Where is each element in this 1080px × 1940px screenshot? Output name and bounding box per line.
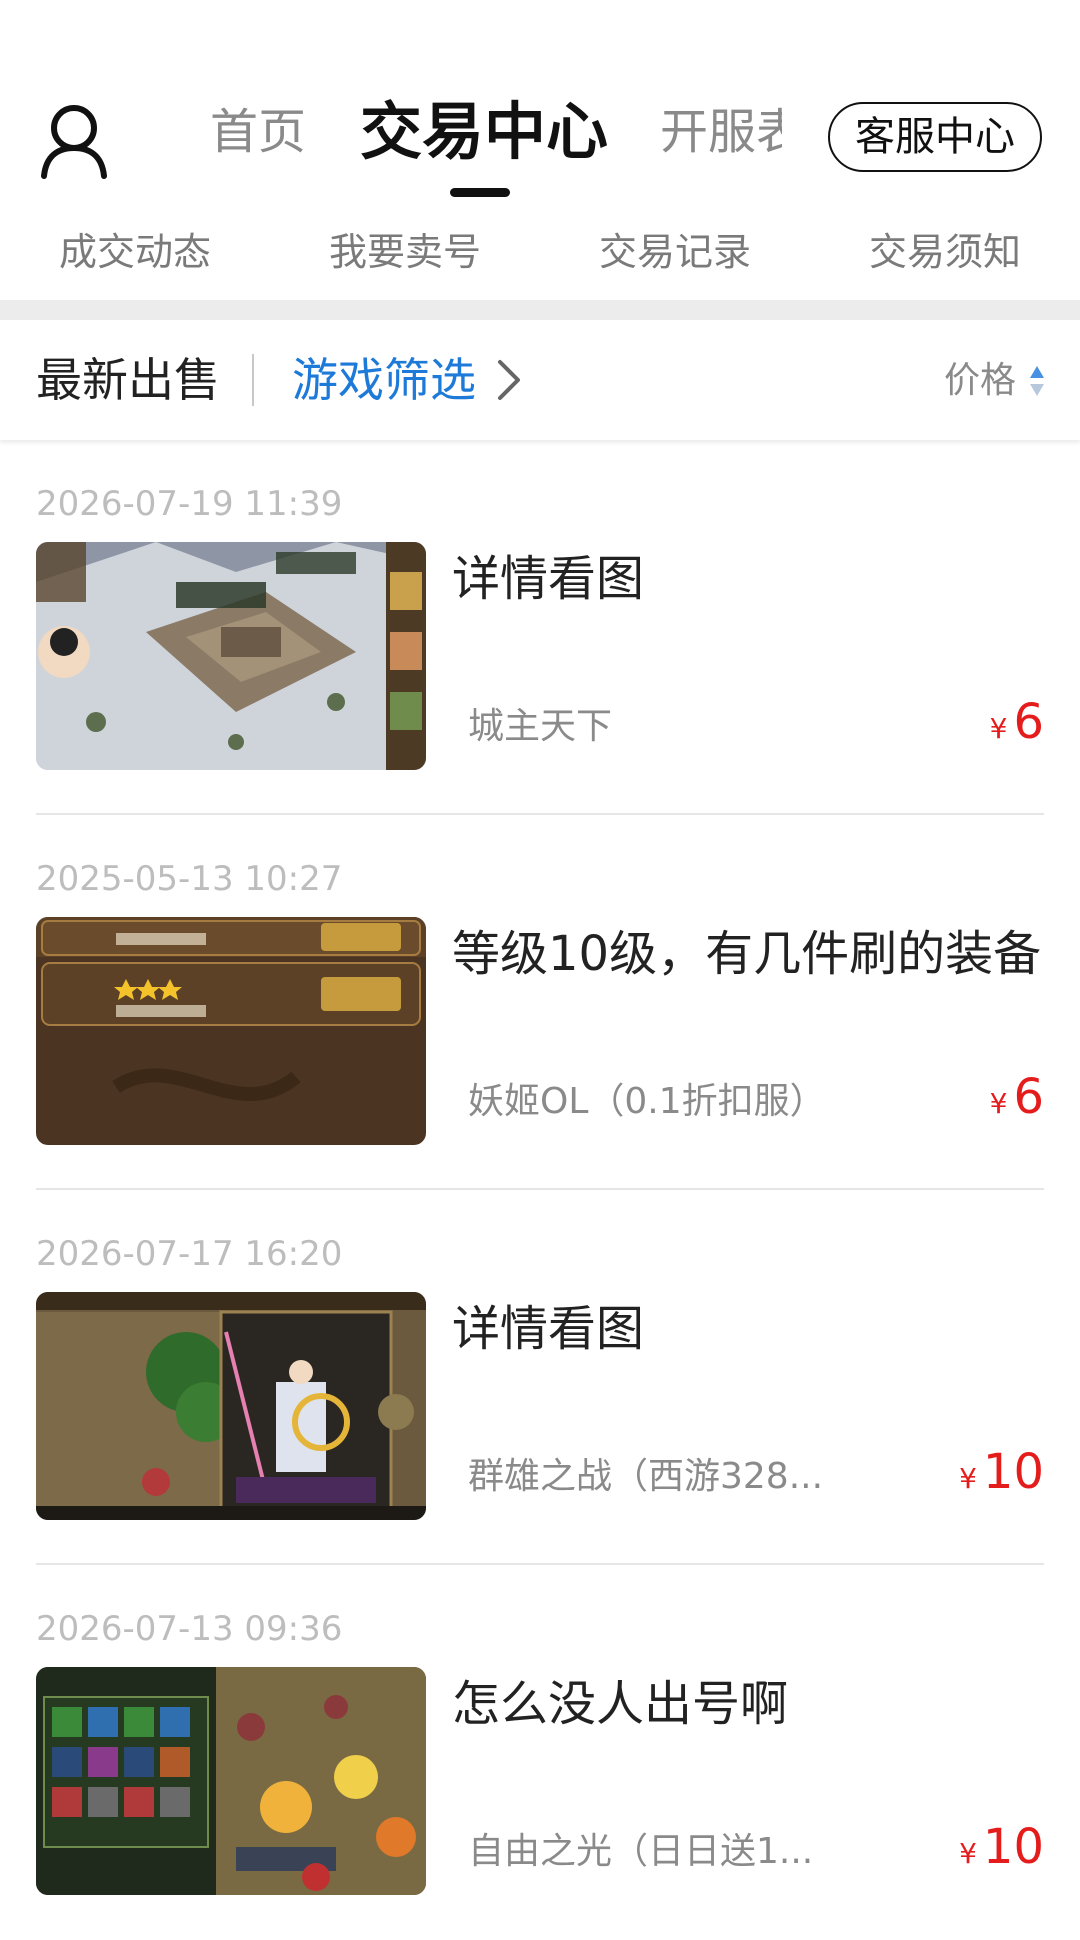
currency-symbol: ¥ [989, 1087, 1008, 1120]
filter-bar: 最新出售 游戏筛选 价格 [0, 320, 1080, 440]
top-nav: 首页 交易中心 开服表 客服中心 [0, 0, 1080, 200]
listing-title: 怎么没人出号啊 [452, 1676, 789, 1732]
price-amount: 10 [982, 1444, 1044, 1500]
listing-game-name: 城主天下 [468, 706, 613, 747]
game-screenshot-image [36, 1667, 426, 1895]
listing-game-name: 群雄之战（西游328... [468, 1456, 824, 1497]
listing-price: ¥6 [990, 1067, 1044, 1138]
listing-thumbnail[interactable] [36, 917, 426, 1145]
listing-title: 详情看图 [452, 1301, 645, 1357]
game-filter-button[interactable]: 游戏筛选 [292, 350, 476, 410]
currency-symbol: ¥ [959, 1462, 977, 1495]
price-amount: 10 [982, 1819, 1044, 1875]
active-tab-indicator [450, 188, 510, 197]
customer-service-button[interactable]: 客服中心 [828, 102, 1042, 172]
tab-trade-center[interactable]: 交易中心 [360, 94, 608, 170]
subnav-trade-notice[interactable]: 交易须知 [810, 222, 1080, 282]
price-sort-button[interactable]: 价格 [944, 356, 1016, 406]
listing-date: 2026-07-19 11:39 [36, 484, 343, 524]
listing-item[interactable]: 2025-05-13 10:27 等级10级，有几件刷的装备 妖姬OL（0.1折… [0, 815, 1080, 1190]
listing-date: 2026-07-17 16:20 [36, 1234, 343, 1274]
listing-date: 2025-05-13 10:27 [36, 859, 343, 899]
game-screenshot-image [36, 917, 426, 1145]
sub-nav: 成交动态 我要卖号 交易记录 交易须知 [0, 222, 1080, 282]
latest-sale-label[interactable]: 最新出售 [36, 350, 220, 410]
listing-thumbnail[interactable] [36, 1292, 426, 1520]
subnav-sell-account[interactable]: 我要卖号 [270, 222, 540, 282]
listing-price: ¥6 [990, 692, 1044, 763]
chevron-right-icon[interactable] [490, 356, 530, 404]
listing-thumbnail[interactable] [36, 1667, 426, 1895]
listing-title: 等级10级，有几件刷的装备 [452, 926, 1042, 982]
listing-price: ¥10 [959, 1817, 1044, 1888]
currency-symbol: ¥ [959, 1837, 977, 1870]
section-divider [0, 300, 1080, 320]
listing-price: ¥10 [959, 1442, 1044, 1513]
listing-item[interactable]: 2026-07-19 11:39 详情看图 城主天下 ¥6 [0, 440, 1080, 815]
subnav-deal-feed[interactable]: 成交动态 [0, 222, 270, 282]
game-screenshot-image [36, 542, 426, 770]
subnav-trade-records[interactable]: 交易记录 [540, 222, 810, 282]
price-amount: 6 [1013, 1069, 1044, 1125]
currency-symbol: ¥ [989, 712, 1008, 745]
tab-server-list[interactable]: 开服表 [660, 100, 782, 164]
user-icon[interactable] [38, 100, 110, 180]
sort-icon[interactable] [1028, 364, 1046, 398]
filter-divider [252, 354, 254, 406]
listing-item[interactable]: 2026-07-17 16:20 详情看图 群雄之战（西游328... ¥10 [0, 1190, 1080, 1565]
tab-home[interactable]: 首页 [210, 100, 306, 164]
price-amount: 6 [1013, 694, 1044, 750]
listing-item[interactable]: 2026-07-13 09:36 怎么没人出号啊 自由之光（日日送1... ¥ … [0, 1565, 1080, 1940]
listing-game-name: 自由之光（日日送1... [468, 1831, 814, 1872]
listing-thumbnail[interactable] [36, 542, 426, 770]
listing-title: 详情看图 [452, 551, 645, 607]
game-screenshot-image [36, 1292, 426, 1520]
listing-game-name: 妖姬OL（0.1折扣服） [468, 1081, 826, 1122]
listing-date: 2026-07-13 09:36 [36, 1609, 343, 1649]
